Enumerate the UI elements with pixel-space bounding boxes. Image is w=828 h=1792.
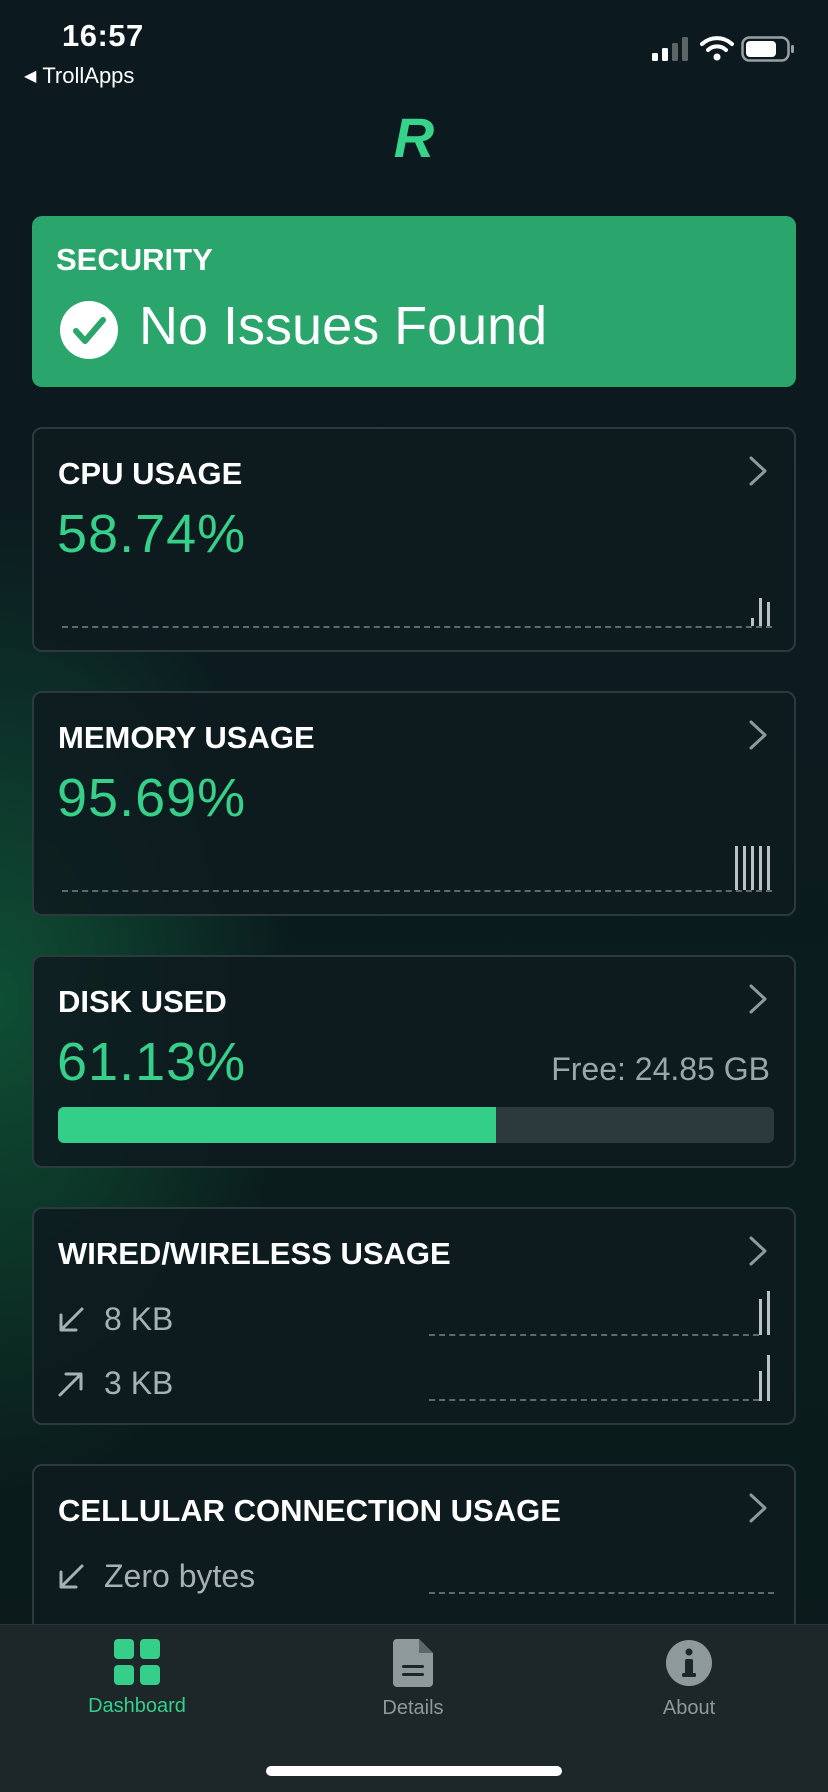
cellular-download-graph-baseline — [429, 1592, 774, 1594]
battery-icon — [741, 36, 794, 62]
tab-details[interactable]: Details — [333, 1639, 493, 1720]
cellular-download-row: Zero bytes — [56, 1558, 255, 1595]
wired-wireless-usage-title: WIRED/WIRELESS USAGE — [58, 1236, 451, 1271]
checkmark-circle-icon — [60, 301, 118, 359]
tab-details-label: Details — [382, 1697, 444, 1719]
chevron-right-icon — [749, 720, 767, 750]
chevron-right-icon — [749, 1493, 767, 1523]
network-download-value: 8 KB — [104, 1301, 174, 1337]
memory-usage-graph — [735, 846, 770, 890]
wifi-icon — [700, 36, 734, 61]
arrow-down-left-icon — [59, 1307, 84, 1331]
back-arrow-icon: ◀ — [24, 68, 37, 85]
app-logo: R — [393, 106, 435, 169]
memory-usage-value: 95.69% — [57, 768, 247, 828]
security-status: No Issues Found — [139, 296, 548, 356]
cpu-usage-graph-baseline — [62, 626, 772, 628]
status-bar: 16:57 ◀ TrollApps — [0, 0, 828, 96]
arrow-down-left-icon — [59, 1564, 84, 1588]
tab-dashboard[interactable]: Dashboard — [57, 1639, 217, 1718]
cellular-signal-icon — [652, 37, 688, 61]
chevron-right-icon — [749, 456, 767, 486]
wired-wireless-usage-card[interactable]: WIRED/WIRELESS USAGE 8 KB 3 KB — [32, 1207, 796, 1425]
disk-usage-progress-bar — [58, 1107, 774, 1143]
network-download-graph-baseline — [429, 1334, 759, 1336]
network-upload-value: 3 KB — [104, 1365, 174, 1401]
network-upload-row: 3 KB — [56, 1365, 173, 1402]
status-time: 16:57 — [62, 18, 144, 53]
disk-usage-progress-fill — [58, 1107, 496, 1143]
back-to-app-button[interactable]: ◀ TrollApps — [24, 63, 134, 89]
chevron-right-icon — [749, 1236, 767, 1266]
cpu-usage-card[interactable]: CPU USAGE 58.74% — [32, 427, 796, 652]
arrow-up-right-icon — [58, 1372, 83, 1396]
cellular-usage-title: CELLULAR CONNECTION USAGE — [58, 1493, 561, 1528]
network-download-graph — [759, 1291, 770, 1335]
memory-usage-title: MEMORY USAGE — [58, 720, 315, 755]
tab-about-label: About — [662, 1697, 716, 1719]
tab-dashboard-label: Dashboard — [88, 1695, 186, 1717]
info-icon — [666, 1640, 712, 1686]
network-upload-graph-baseline — [429, 1399, 759, 1401]
cpu-usage-graph — [751, 598, 770, 626]
grid-icon — [114, 1639, 160, 1685]
disk-used-value: 61.13% — [57, 1032, 247, 1092]
document-icon — [393, 1639, 433, 1687]
home-indicator[interactable] — [266, 1766, 562, 1776]
security-title: SECURITY — [56, 242, 213, 277]
cellular-download-value: Zero bytes — [104, 1558, 256, 1594]
back-app-label: TrollApps — [42, 63, 135, 88]
memory-usage-graph-baseline — [62, 890, 772, 892]
cpu-usage-title: CPU USAGE — [58, 456, 243, 491]
disk-free-label: Free: 24.85 GB — [551, 1051, 770, 1087]
network-upload-graph — [759, 1355, 770, 1401]
tab-about[interactable]: About — [609, 1639, 769, 1720]
disk-used-title: DISK USED — [58, 984, 227, 1019]
security-card[interactable]: SECURITY No Issues Found — [32, 216, 796, 387]
disk-used-card[interactable]: DISK USED 61.13% Free: 24.85 GB — [32, 955, 796, 1168]
chevron-right-icon — [749, 984, 767, 1014]
memory-usage-card[interactable]: MEMORY USAGE 95.69% — [32, 691, 796, 916]
network-download-row: 8 KB — [56, 1301, 173, 1338]
cpu-usage-value: 58.74% — [57, 504, 247, 564]
